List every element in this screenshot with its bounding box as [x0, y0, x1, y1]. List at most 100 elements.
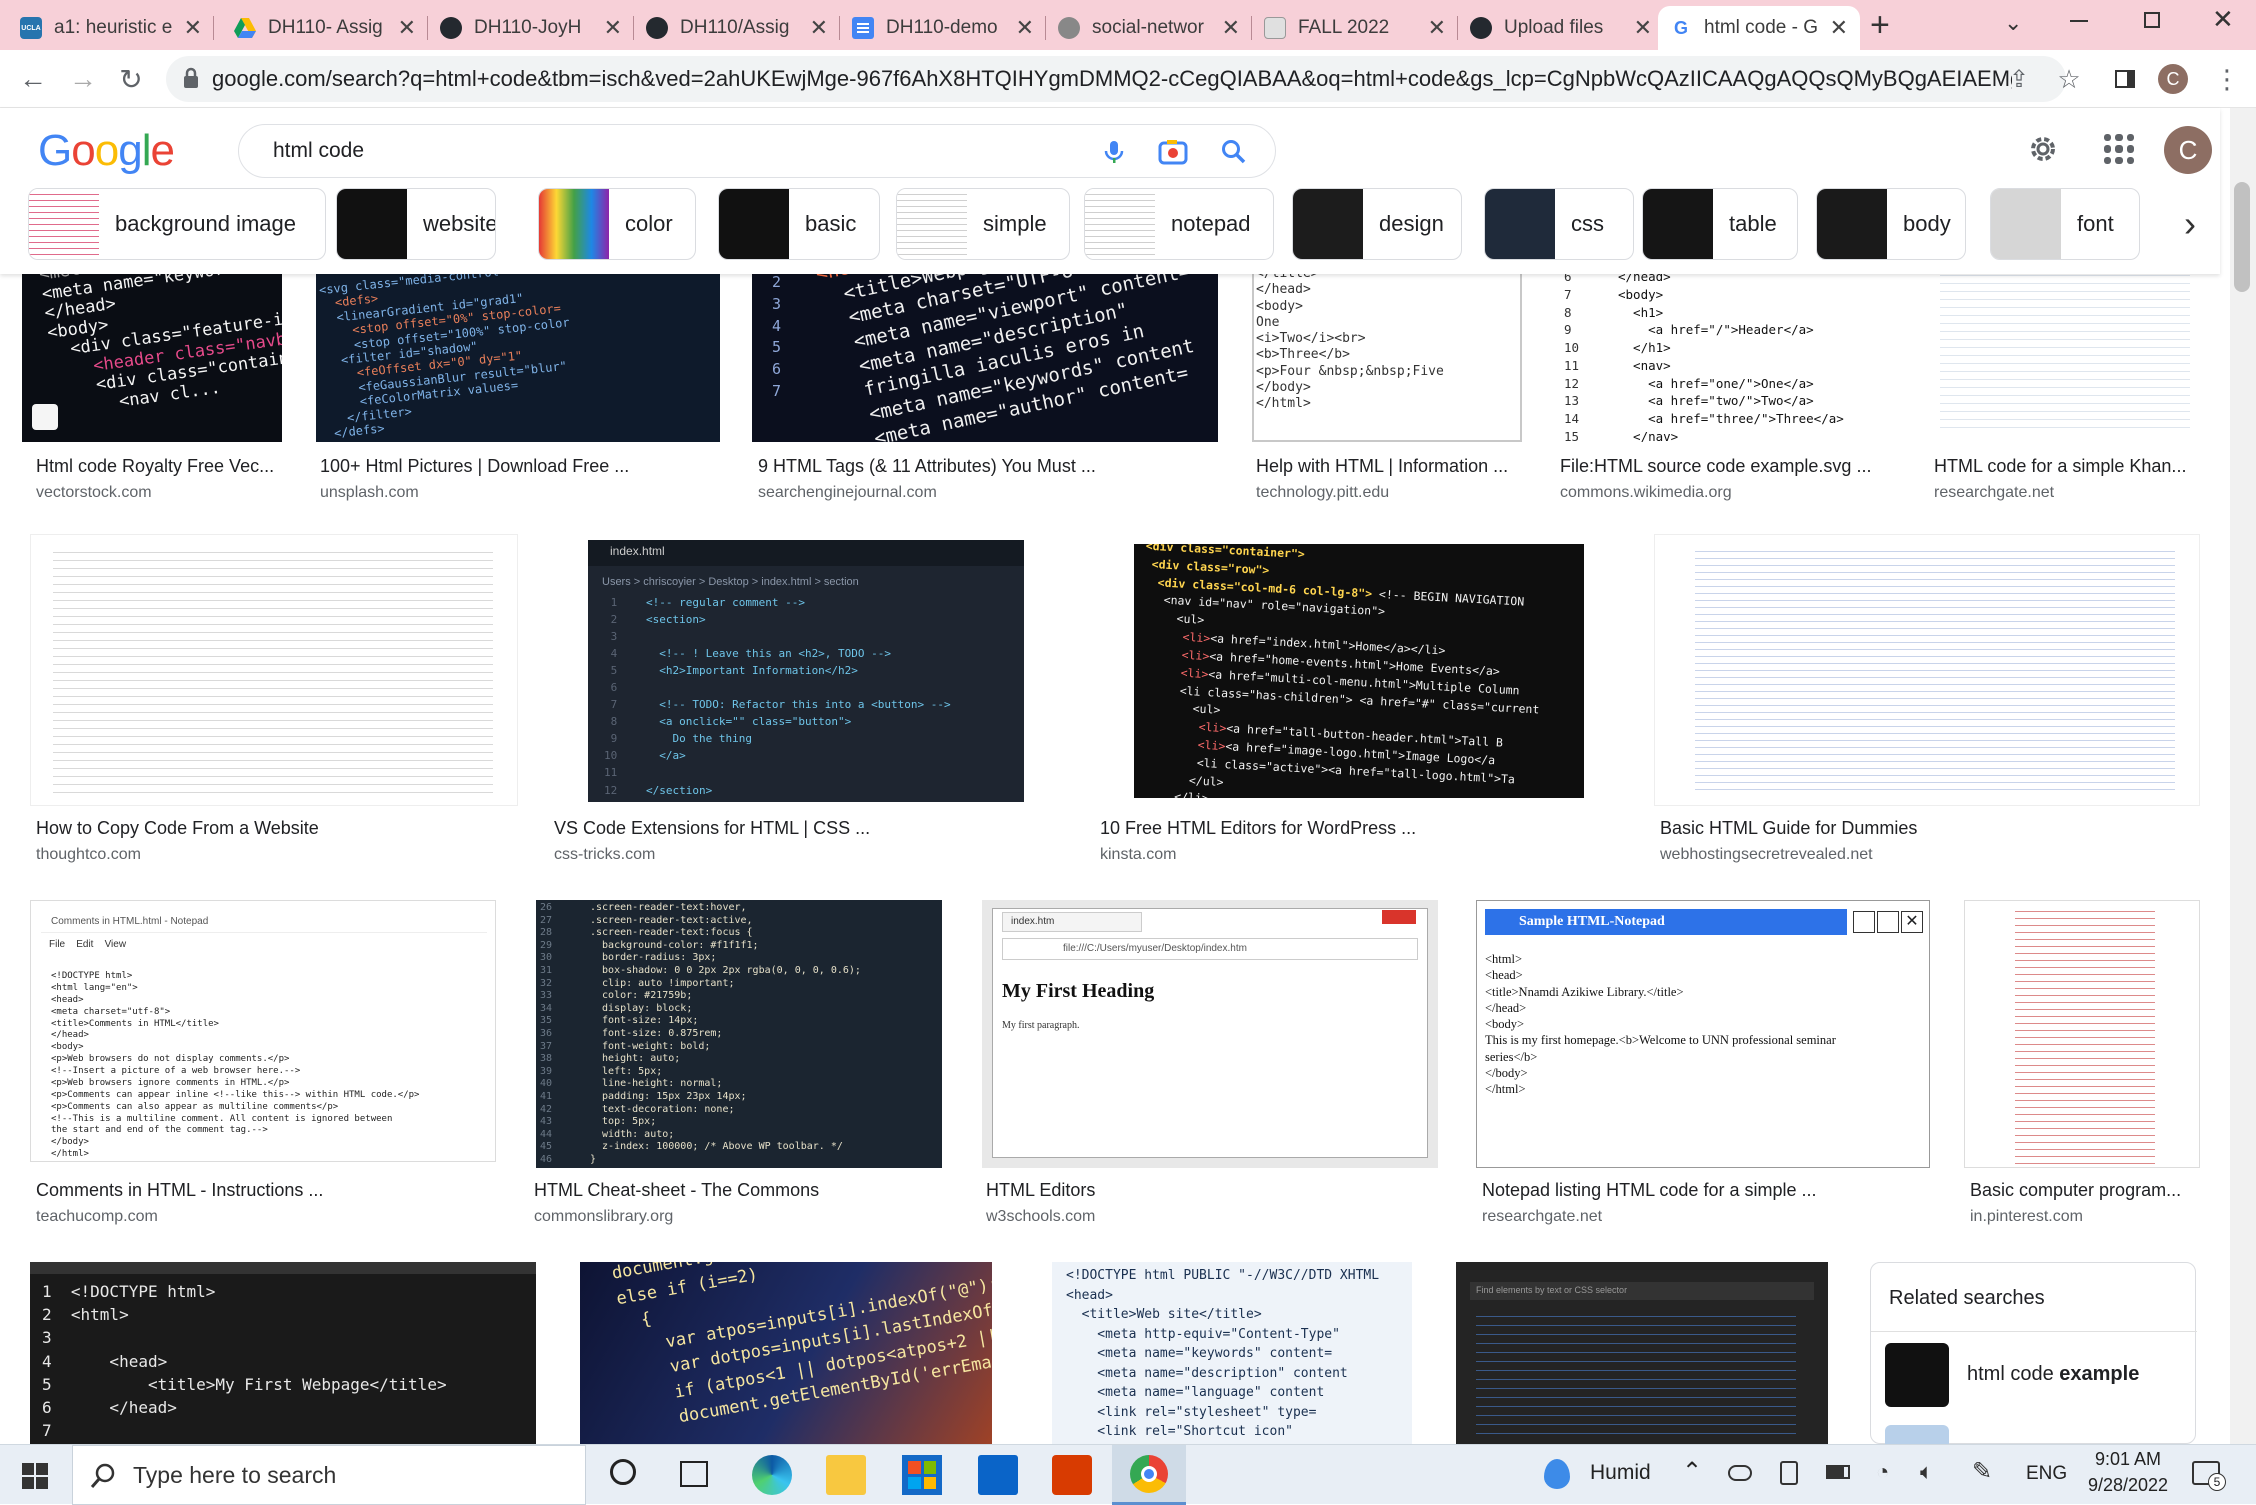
- result-caption[interactable]: File:HTML source code example.svg ...: [1560, 456, 1880, 477]
- result-source[interactable]: commonslibrary.org: [534, 1208, 673, 1226]
- chip-font[interactable]: font: [1990, 188, 2140, 260]
- result-source[interactable]: vectorstock.com: [36, 484, 152, 502]
- pen-ink-icon[interactable]: ✎: [1972, 1457, 1992, 1486]
- close-window-button[interactable]: ✕: [2212, 4, 2234, 35]
- tab-6[interactable]: social-networ ✕: [1046, 6, 1252, 50]
- side-panel-icon[interactable]: [2104, 58, 2146, 100]
- result-caption[interactable]: Html code Royalty Free Vec...: [36, 456, 286, 477]
- result-caption[interactable]: Help with HTML | Information ...: [1256, 456, 1526, 477]
- result-image-researchgate-notepad[interactable]: Sample HTML-Notepad ✕ <html> <head> <tit…: [1476, 900, 1930, 1168]
- close-tab-icon[interactable]: ✕: [1428, 15, 1446, 41]
- result-image-thoughtco[interactable]: [30, 534, 518, 806]
- close-tab-icon[interactable]: ✕: [604, 15, 622, 41]
- more-menu-icon[interactable]: ⋮: [2206, 58, 2248, 100]
- result-image-researchgate[interactable]: [1930, 262, 2200, 442]
- wifi-icon[interactable]: ◔: [1876, 1459, 1889, 1485]
- mail-icon[interactable]: [978, 1455, 1018, 1495]
- chip-basic[interactable]: basic: [718, 188, 880, 260]
- cortana-icon[interactable]: [610, 1459, 636, 1485]
- result-source[interactable]: w3schools.com: [986, 1208, 1095, 1226]
- tab-3[interactable]: DH110-JoyH ✕: [428, 6, 634, 50]
- tab-4[interactable]: DH110/Assig ✕: [634, 6, 840, 50]
- related-thumb[interactable]: [1885, 1343, 1949, 1407]
- battery-icon[interactable]: [1826, 1465, 1850, 1479]
- result-source[interactable]: researchgate.net: [1934, 484, 2054, 502]
- close-tab-icon[interactable]: ✕: [1016, 15, 1034, 41]
- result-image-js-code[interactable]: document.getElementById(div). else if (i…: [580, 1262, 992, 1444]
- camera-lens-icon[interactable]: [1157, 137, 1189, 167]
- notification-center-icon[interactable]: 5: [2192, 1461, 2226, 1491]
- edge-icon[interactable]: [752, 1455, 792, 1495]
- result-image-pinterest[interactable]: [1964, 900, 2200, 1168]
- tab-8[interactable]: Upload files ✕: [1458, 6, 1664, 50]
- tab-9-active[interactable]: G html code - G ✕: [1658, 6, 1860, 50]
- result-image-searchenginejournal[interactable]: 2 3 4 5 6 7 <head> <title>Webpage Title<…: [752, 262, 1218, 442]
- result-caption[interactable]: Comments in HTML - Instructions ...: [36, 1180, 496, 1201]
- result-source[interactable]: commons.wikimedia.org: [1560, 484, 1732, 502]
- result-source[interactable]: teachucomp.com: [36, 1208, 158, 1226]
- close-tab-icon[interactable]: ✕: [1634, 15, 1652, 41]
- reload-icon[interactable]: ↻: [110, 58, 152, 100]
- result-image-teachucomp[interactable]: Comments in HTML.html - Notepad File Edi…: [30, 900, 496, 1162]
- related-search-html-code-example[interactable]: html code example: [1967, 1363, 2139, 1386]
- google-account-avatar[interactable]: C: [2164, 126, 2212, 174]
- chip-body[interactable]: body: [1816, 188, 1966, 260]
- forward-arrow-icon[interactable]: →: [62, 58, 104, 100]
- result-source[interactable]: kinsta.com: [1100, 846, 1176, 864]
- result-image-webhostingsecret[interactable]: [1654, 534, 2200, 806]
- result-caption[interactable]: 9 HTML Tags (& 11 Attributes) You Must .…: [758, 456, 1188, 477]
- result-caption[interactable]: HTML code for a simple Khan...: [1934, 456, 2196, 477]
- search-input[interactable]: html code: [273, 139, 364, 163]
- chip-simple[interactable]: simple: [896, 188, 1070, 260]
- microphone-icon[interactable]: [1099, 137, 1129, 167]
- google-apps-grid-icon[interactable]: [2104, 134, 2134, 164]
- page-scrollbar[interactable]: [2230, 108, 2256, 1444]
- result-image-pitt[interactable]: </title> </head> <body> One <i>Two</i><b…: [1252, 262, 1522, 442]
- chip-notepad[interactable]: notepad: [1084, 188, 1274, 260]
- result-image-kinsta[interactable]: <div class="container"> <div class="row"…: [1134, 544, 1584, 798]
- result-caption[interactable]: HTML Editors: [986, 1180, 1436, 1201]
- result-source[interactable]: technology.pitt.edu: [1256, 484, 1389, 502]
- back-arrow-icon[interactable]: ←: [12, 58, 54, 100]
- chip-design[interactable]: design: [1292, 188, 1462, 260]
- tab-1[interactable]: UCLA a1: heuristic e ✕: [8, 6, 214, 50]
- result-source[interactable]: thoughtco.com: [36, 846, 141, 864]
- result-caption[interactable]: 10 Free HTML Editors for WordPress ...: [1100, 818, 1570, 839]
- device-icon[interactable]: [1780, 1461, 1798, 1485]
- result-source[interactable]: unsplash.com: [320, 484, 419, 502]
- search-icon[interactable]: [1219, 137, 1249, 167]
- new-tab-button[interactable]: +: [1870, 6, 1890, 45]
- tab-7[interactable]: FALL 2022 ✕: [1252, 6, 1458, 50]
- close-tab-icon[interactable]: ✕: [184, 15, 202, 41]
- result-caption[interactable]: Notepad listing HTML code for a simple .…: [1482, 1180, 1922, 1201]
- clock-time[interactable]: 9:01 AM: [2088, 1449, 2168, 1470]
- result-source[interactable]: researchgate.net: [1482, 1208, 1602, 1226]
- share-icon[interactable]: ⇪: [1998, 58, 2040, 100]
- result-caption[interactable]: Basic HTML Guide for Dummies: [1660, 818, 2200, 839]
- result-source[interactable]: css-tricks.com: [554, 846, 655, 864]
- onedrive-cloud-icon[interactable]: [1728, 1465, 1752, 1481]
- restore-button[interactable]: [2144, 12, 2160, 28]
- result-caption[interactable]: VS Code Extensions for HTML | CSS ...: [554, 818, 1024, 839]
- volume-icon[interactable]: 🔈︎: [1920, 1459, 1933, 1485]
- search-box[interactable]: html code: [238, 124, 1276, 178]
- settings-gear-icon[interactable]: [2026, 132, 2060, 166]
- chip-css[interactable]: css: [1484, 188, 1634, 260]
- task-view-icon[interactable]: [680, 1461, 708, 1487]
- result-caption[interactable]: How to Copy Code From a Website: [36, 818, 516, 839]
- result-image-first-webpage[interactable]: 1 <!DOCTYPE html> 2 <html> 3 4 <head> 5 …: [30, 1262, 536, 1444]
- close-tab-icon[interactable]: ✕: [810, 15, 828, 41]
- result-caption[interactable]: 100+ Html Pictures | Download Free ...: [320, 456, 720, 477]
- result-source[interactable]: webhostingsecretrevealed.net: [1660, 846, 1873, 864]
- weather-droplet-icon[interactable]: [1544, 1459, 1570, 1489]
- close-tab-icon[interactable]: ✕: [398, 15, 416, 41]
- result-image-unsplash[interactable]: <svg class="media-control" viewBox <defs…: [316, 262, 720, 442]
- result-image-css-tricks[interactable]: index.html Users > chriscoyier > Desktop…: [588, 540, 1024, 802]
- chrome-taskbar-active[interactable]: [1112, 1445, 1186, 1505]
- weather-text[interactable]: Humid: [1590, 1461, 1651, 1485]
- tab-2[interactable]: DH110- Assig ✕: [222, 6, 428, 50]
- address-bar[interactable]: google.com/search?q=html+code&tbm=isch&v…: [166, 56, 2066, 102]
- tray-chevron-up-icon[interactable]: ⌃: [1682, 1457, 1702, 1486]
- result-image-devtools[interactable]: Find elements by text or CSS selector: [1456, 1262, 1828, 1444]
- bookmark-star-icon[interactable]: ☆: [2048, 58, 2090, 100]
